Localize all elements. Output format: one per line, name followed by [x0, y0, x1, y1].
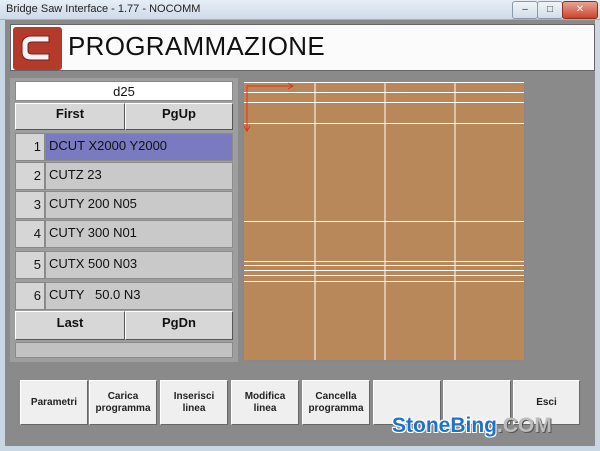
line-number: 4 [15, 220, 45, 248]
carica-programma-button[interactable]: Carica programma [89, 380, 157, 425]
modifica-linea-button[interactable]: Modifica linea [231, 380, 299, 425]
pgdn-button[interactable]: PgDn [125, 311, 233, 340]
program-status-bar [15, 342, 233, 358]
function-button-label: Esci [536, 396, 557, 408]
function-button-label: Carica programma [95, 390, 151, 414]
program-line[interactable]: CUTX 500 N03 [45, 251, 233, 279]
cancella-programma-button[interactable]: Cancella programma [302, 380, 370, 425]
first-button[interactable]: First [15, 103, 125, 130]
window-title: Bridge Saw Interface - 1.77 - NOCOMM [6, 3, 201, 15]
maximize-button[interactable]: □ [537, 1, 563, 19]
line-number: 1 [15, 133, 45, 161]
line-number: 2 [15, 162, 45, 190]
last-button[interactable]: Last [15, 311, 125, 340]
app-header: PROGRAMMAZIONE [10, 24, 595, 71]
maximize-icon: □ [546, 4, 554, 15]
parametri-button[interactable]: Parametri [20, 380, 88, 425]
function-button-label: Parametri [30, 396, 78, 408]
minimize-button[interactable]: – [512, 1, 538, 19]
function-button-label: Inserisci linea [173, 390, 215, 414]
program-line[interactable]: CUTY 200 N05 [45, 191, 233, 219]
c-logo-shape [21, 35, 50, 61]
program-line[interactable]: CUTZ 23 [45, 162, 233, 190]
close-icon: ✕ [575, 4, 585, 15]
cut-preview-drawing [243, 82, 524, 360]
inserisci-linea-button[interactable]: Inserisci linea [160, 380, 228, 425]
line-number: 6 [15, 282, 45, 310]
minimize-icon: – [522, 4, 528, 15]
line-number: 5 [15, 251, 45, 279]
c-logo-icon [13, 27, 62, 70]
watermark-text: StoneBing.COM [392, 414, 552, 437]
program-line[interactable]: CUTY 300 N01 [45, 220, 233, 248]
page-title: PROGRAMMAZIONE [68, 31, 325, 61]
program-file-name: d25 [15, 81, 233, 101]
close-button[interactable]: ✕ [562, 1, 598, 19]
program-line[interactable]: DCUT X2000 Y2000 [45, 133, 233, 161]
window-title-bar[interactable]: Bridge Saw Interface - 1.77 - NOCOMM – □… [0, 0, 600, 20]
program-line[interactable]: CUTY 50.0 N3 [45, 282, 233, 310]
line-number: 3 [15, 191, 45, 219]
cut-preview[interactable] [243, 82, 524, 360]
function-button-label: Modifica linea [244, 390, 286, 414]
function-button-label: Cancella programma [308, 390, 364, 414]
pgup-button[interactable]: PgUp [125, 103, 233, 130]
